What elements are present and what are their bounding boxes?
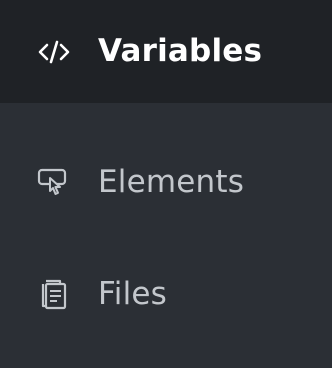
code-icon	[36, 34, 72, 70]
sidebar-item-elements[interactable]: Elements	[0, 129, 332, 235]
sidebar-item-variables[interactable]: Variables	[0, 0, 332, 103]
sidebar-item-files[interactable]: Files	[0, 241, 332, 347]
sidebar-nav: Variables Elements Files	[0, 0, 332, 368]
pointer-element-icon	[36, 164, 72, 200]
sidebar-item-label: Elements	[98, 163, 245, 200]
sidebar-item-label: Files	[98, 275, 168, 312]
sidebar-item-label: Variables	[98, 33, 263, 69]
files-icon	[36, 276, 72, 312]
